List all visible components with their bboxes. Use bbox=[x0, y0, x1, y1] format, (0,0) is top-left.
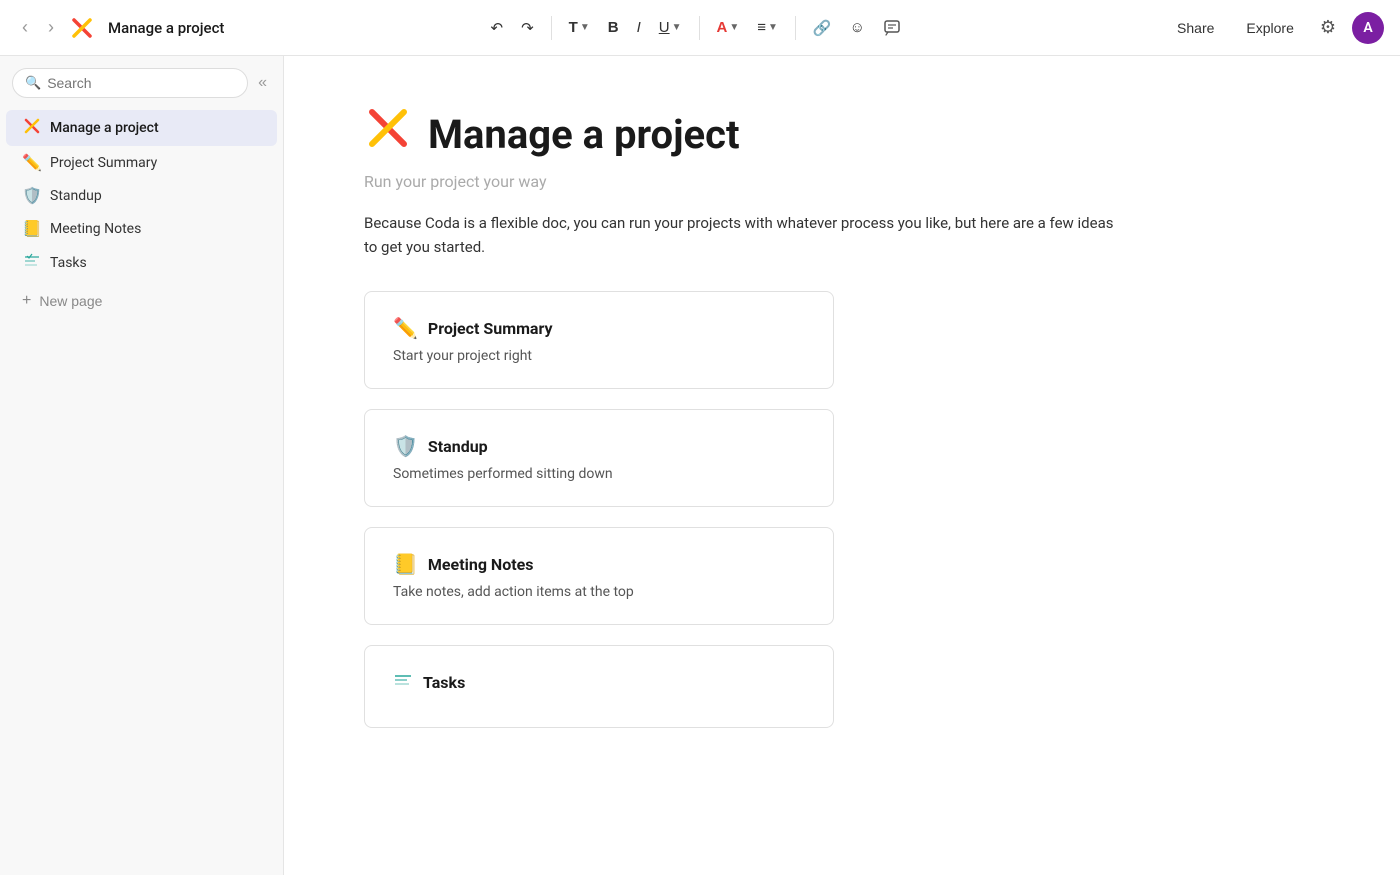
card-desc-project-summary: Start your project right bbox=[393, 348, 805, 364]
text-style-button[interactable]: T ▼ bbox=[562, 14, 597, 41]
new-page-plus-icon: + bbox=[22, 292, 31, 310]
sidebar-label-tasks: Tasks bbox=[50, 255, 87, 271]
italic-button[interactable]: I bbox=[630, 14, 648, 41]
tasks-icon bbox=[22, 252, 42, 274]
explore-button[interactable]: Explore bbox=[1236, 15, 1303, 41]
topbar-left: ‹ › Manage a project bbox=[16, 13, 224, 42]
card-title-standup: Standup bbox=[428, 437, 488, 456]
card-tasks[interactable]: Tasks bbox=[364, 645, 834, 728]
italic-label: I bbox=[637, 19, 641, 36]
share-button[interactable]: Share bbox=[1167, 15, 1224, 41]
card-icon-project-summary: ✏️ bbox=[393, 316, 418, 340]
card-standup[interactable]: 🛡️ Standup Sometimes performed sitting d… bbox=[364, 409, 834, 507]
card-title-project-summary: Project Summary bbox=[428, 319, 553, 338]
search-icon: 🔍 bbox=[25, 76, 41, 91]
card-title-row-meeting-notes: 📒 Meeting Notes bbox=[393, 552, 805, 576]
align-label: ≡ bbox=[757, 19, 766, 36]
card-title-tasks: Tasks bbox=[423, 673, 465, 692]
font-color-label: A bbox=[717, 19, 728, 36]
back-button[interactable]: ‹ bbox=[16, 13, 34, 42]
undo-button[interactable]: ↶ bbox=[484, 14, 511, 42]
sidebar-nav: Manage a project ✏️ Project Summary 🛡️ S… bbox=[0, 110, 283, 863]
bold-label: B bbox=[608, 19, 619, 36]
redo-button[interactable]: ↷ bbox=[514, 14, 541, 42]
app-logo-icon bbox=[68, 14, 96, 42]
bold-button[interactable]: B bbox=[601, 14, 626, 41]
text-style-caret: ▼ bbox=[580, 22, 590, 33]
toolbar: ↶ ↷ T ▼ B I U ▼ A ▼ ≡ ▼ 🔗 ☺ bbox=[232, 14, 1159, 42]
align-button[interactable]: ≡ ▼ bbox=[750, 14, 785, 41]
sidebar-item-manage-a-project[interactable]: Manage a project bbox=[6, 110, 277, 146]
page-subtitle: Run your project your way bbox=[364, 172, 1320, 191]
page-icon bbox=[364, 104, 412, 164]
standup-icon: 🛡️ bbox=[22, 186, 42, 205]
emoji-button[interactable]: ☺ bbox=[843, 14, 872, 41]
card-title-row-standup: 🛡️ Standup bbox=[393, 434, 805, 458]
sidebar-label-project-summary: Project Summary bbox=[50, 155, 157, 171]
card-icon-meeting-notes: 📒 bbox=[393, 552, 418, 576]
font-color-caret: ▼ bbox=[729, 22, 739, 33]
text-style-label: T bbox=[569, 19, 578, 36]
topbar: ‹ › Manage a project ↶ ↷ T ▼ B I U ▼ bbox=[0, 0, 1400, 56]
manage-project-icon bbox=[22, 117, 42, 139]
body-area: 🔍 « Manage a project ✏️ Project Summary bbox=[0, 56, 1400, 875]
doc-title: Manage a project bbox=[108, 19, 224, 37]
search-input[interactable] bbox=[47, 75, 235, 91]
meeting-notes-icon: 📒 bbox=[22, 219, 42, 238]
avatar[interactable]: A bbox=[1352, 12, 1384, 44]
sidebar-item-tasks[interactable]: Tasks bbox=[6, 245, 277, 281]
toolbar-separator-2 bbox=[699, 16, 700, 40]
card-desc-standup: Sometimes performed sitting down bbox=[393, 466, 805, 482]
sidebar-item-standup[interactable]: 🛡️ Standup bbox=[6, 179, 277, 212]
sidebar-label-standup: Standup bbox=[50, 188, 102, 204]
align-caret: ▼ bbox=[768, 22, 778, 33]
toolbar-separator-1 bbox=[551, 16, 552, 40]
new-page-button[interactable]: + New page bbox=[6, 285, 118, 317]
topbar-right: Share Explore ⚙ A bbox=[1167, 12, 1384, 44]
toolbar-separator-3 bbox=[795, 16, 796, 40]
project-summary-icon: ✏️ bbox=[22, 153, 42, 172]
underline-caret: ▼ bbox=[672, 22, 682, 33]
page-description: Because Coda is a flexible doc, you can … bbox=[364, 211, 1124, 259]
forward-button[interactable]: › bbox=[42, 13, 60, 42]
card-title-row-tasks: Tasks bbox=[393, 670, 805, 695]
link-button[interactable]: 🔗 bbox=[806, 14, 839, 42]
sidebar: 🔍 « Manage a project ✏️ Project Summary bbox=[0, 56, 284, 875]
sidebar-label-meeting-notes: Meeting Notes bbox=[50, 221, 141, 237]
font-color-button[interactable]: A ▼ bbox=[710, 14, 747, 41]
card-icon-standup: 🛡️ bbox=[393, 434, 418, 458]
new-page-label: New page bbox=[39, 293, 102, 309]
card-icon-tasks bbox=[393, 670, 413, 695]
collapse-sidebar-button[interactable]: « bbox=[254, 70, 271, 96]
underline-button[interactable]: U ▼ bbox=[652, 14, 689, 41]
search-box[interactable]: 🔍 bbox=[12, 68, 248, 98]
main-content: Manage a project Run your project your w… bbox=[284, 56, 1400, 875]
card-title-meeting-notes: Meeting Notes bbox=[428, 555, 534, 574]
sidebar-search-row: 🔍 « bbox=[0, 68, 283, 110]
sidebar-label-manage-a-project: Manage a project bbox=[50, 120, 159, 136]
settings-button[interactable]: ⚙ bbox=[1316, 13, 1340, 42]
sidebar-item-project-summary[interactable]: ✏️ Project Summary bbox=[6, 146, 277, 179]
card-desc-meeting-notes: Take notes, add action items at the top bbox=[393, 584, 805, 600]
card-project-summary[interactable]: ✏️ Project Summary Start your project ri… bbox=[364, 291, 834, 389]
comment-button[interactable] bbox=[876, 14, 908, 42]
card-meeting-notes[interactable]: 📒 Meeting Notes Take notes, add action i… bbox=[364, 527, 834, 625]
page-header: Manage a project bbox=[364, 104, 1320, 164]
card-title-row-project-summary: ✏️ Project Summary bbox=[393, 316, 805, 340]
page-title: Manage a project bbox=[428, 111, 740, 158]
underline-label: U bbox=[659, 19, 670, 36]
sidebar-item-meeting-notes[interactable]: 📒 Meeting Notes bbox=[6, 212, 277, 245]
